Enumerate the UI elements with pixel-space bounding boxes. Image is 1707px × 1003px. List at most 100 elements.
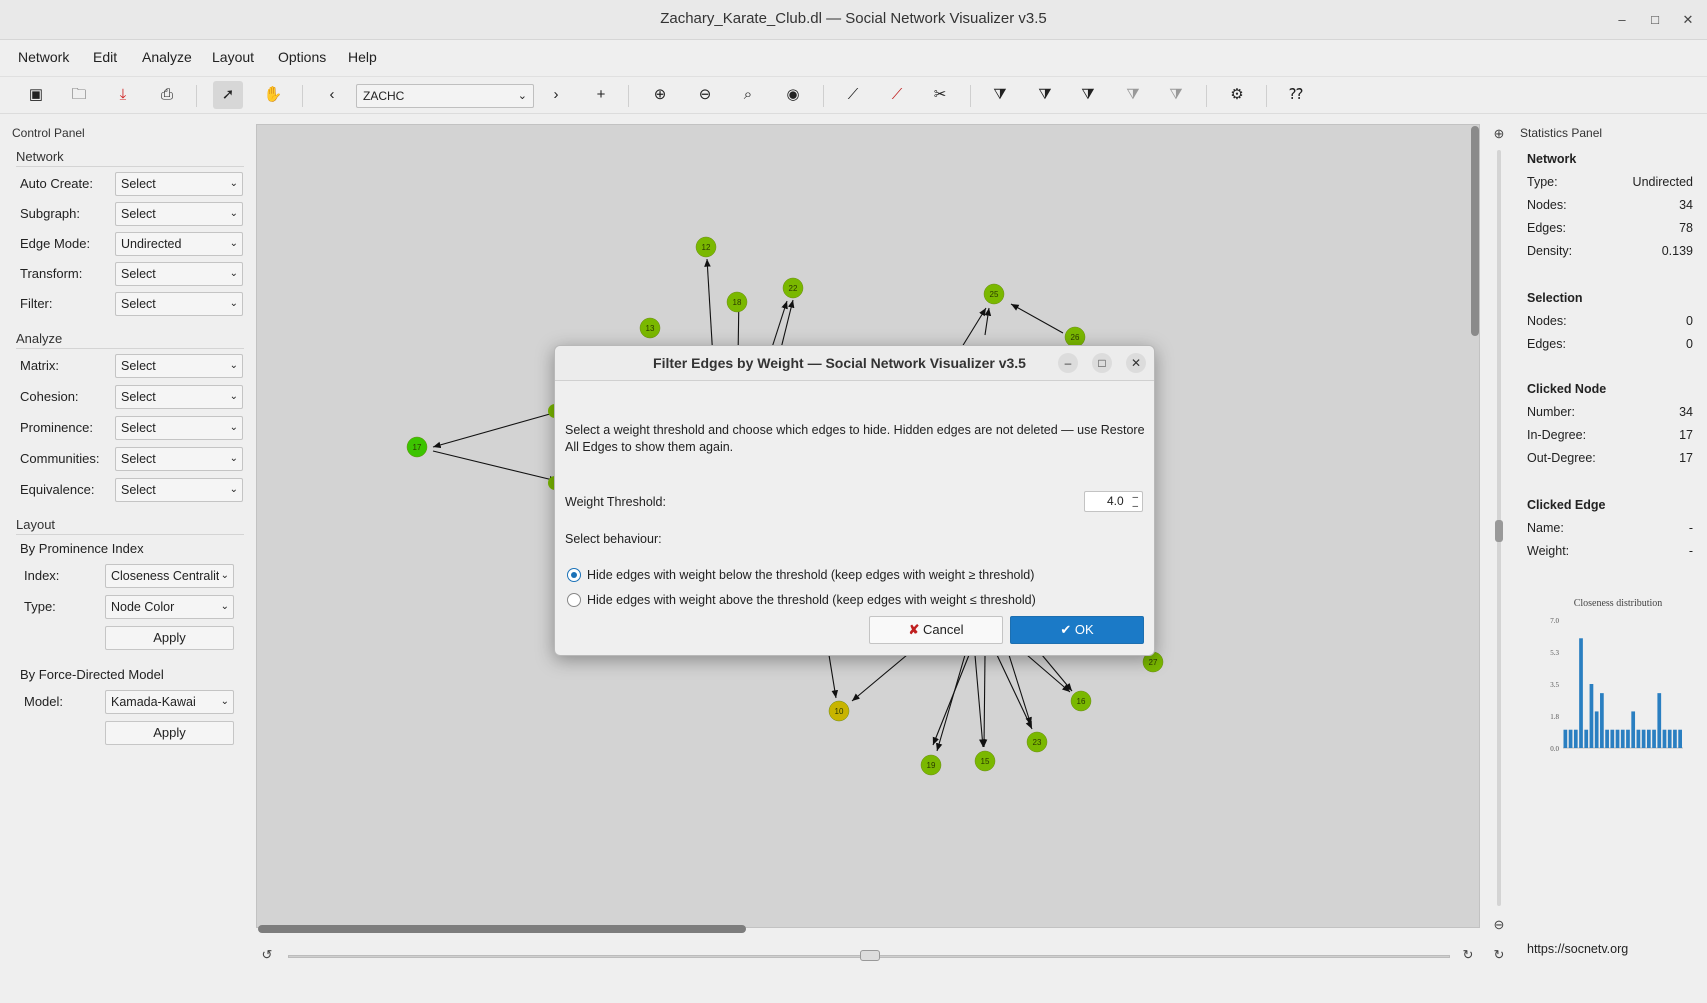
chevron-down-icon: ⌄ xyxy=(229,391,238,402)
minimize-icon[interactable]: – xyxy=(1612,10,1632,30)
chevron-down-icon: ⌄ xyxy=(229,298,238,309)
zoom-out-icon[interactable]: ⊖ xyxy=(690,81,720,109)
prominence-select[interactable]: Select ⌄ xyxy=(115,416,243,440)
equivalence-select[interactable]: Select ⌄ xyxy=(115,478,243,502)
model-select[interactable]: Kamada-Kawai ⌄ xyxy=(105,690,234,714)
save-icon[interactable]: ⤓ xyxy=(108,81,138,109)
menu-network[interactable]: Network xyxy=(18,49,69,65)
filter-select[interactable]: Select ⌄ xyxy=(115,292,243,316)
network-heading: Network xyxy=(1527,152,1577,166)
open-folder-icon[interactable]: 🗀 xyxy=(64,81,94,109)
index-select[interactable]: Closeness Centrality ⌄ xyxy=(105,564,234,588)
whats-this-help-icon[interactable]: ⁇ xyxy=(1281,81,1311,109)
layout-section-title: Layout xyxy=(16,517,56,532)
svg-text:27: 27 xyxy=(1149,658,1158,667)
clicked-node-heading: Clicked Node xyxy=(1527,382,1607,396)
chart-title: Closeness distribution xyxy=(1574,598,1663,609)
hide-above-label[interactable]: Hide edges with weight above the thresho… xyxy=(587,593,1036,607)
matrix-select[interactable]: Select ⌄ xyxy=(115,354,243,378)
menu-help[interactable]: Help xyxy=(348,49,377,65)
select-tool-icon[interactable]: ➚ xyxy=(213,81,243,109)
apply-force-button[interactable]: Apply xyxy=(105,721,234,745)
hide-below-radio[interactable] xyxy=(567,568,581,582)
chevron-down-icon: ⌄ xyxy=(517,90,527,102)
chevron-down-icon: ⌄ xyxy=(229,238,238,249)
svg-text:26: 26 xyxy=(1071,333,1080,342)
relation-combo[interactable]: ZACHC ⌄ xyxy=(356,84,534,108)
rotate-right-icon[interactable]: ↻ xyxy=(1460,947,1476,963)
auto-create-select[interactable]: Select ⌄ xyxy=(115,172,243,196)
remove-edge-icon[interactable]: ⟋ xyxy=(882,81,912,109)
print-icon[interactable]: ⎙ xyxy=(152,81,182,109)
type-select[interactable]: Node Color ⌄ xyxy=(105,595,234,619)
ok-button[interactable]: ✔ OK xyxy=(1010,616,1144,644)
next-relation-icon[interactable]: › xyxy=(541,81,571,109)
chart-bar xyxy=(1646,729,1651,748)
threshold-spinbox[interactable]: 4.0 – – xyxy=(1084,491,1143,512)
horizontal-scrollbar[interactable] xyxy=(258,925,746,933)
chart-bar xyxy=(1652,729,1656,748)
menu-layout[interactable]: Layout xyxy=(212,49,254,65)
menu-edit[interactable]: Edit xyxy=(93,49,117,65)
menu-analyze[interactable]: Analyze xyxy=(142,49,192,65)
chevron-down-icon: ⌄ xyxy=(229,268,238,279)
hide-above-radio[interactable] xyxy=(567,593,581,607)
pan-tool-icon[interactable]: ✋ xyxy=(258,81,288,109)
graph-node: 26 xyxy=(1064,326,1086,348)
add-relation-icon[interactable]: + xyxy=(586,81,616,109)
closeness-distribution-chart: Closeness distribution 7.0 5.3 3.5 1.8 0.0 xyxy=(1550,598,1683,753)
filter-edges-icon[interactable]: ⧩ xyxy=(1030,81,1060,109)
auto-create-label: Auto Create: xyxy=(20,176,93,191)
filter-weight-icon[interactable]: ⧩ xyxy=(1073,81,1103,109)
filter-nodes-icon[interactable]: ⧩ xyxy=(985,81,1015,109)
control-panel-title: Control Panel xyxy=(12,126,85,140)
chart-bar xyxy=(1620,729,1625,748)
transform-select[interactable]: Select ⌄ xyxy=(115,262,243,286)
svg-text:18: 18 xyxy=(733,298,742,307)
cohesion-select[interactable]: Select ⌄ xyxy=(115,385,243,409)
add-edge-icon[interactable]: ⟋ xyxy=(838,81,868,109)
communities-select[interactable]: Select ⌄ xyxy=(115,447,243,471)
rotation-slider-handle[interactable] xyxy=(860,950,880,961)
filter-disabled-icon[interactable]: ⧩ xyxy=(1118,81,1148,109)
rotate-icon[interactable]: ◉ xyxy=(778,81,808,109)
edge-tools-icon[interactable]: ✂ xyxy=(925,81,955,109)
rotate-left-icon[interactable]: ↺ xyxy=(259,947,275,963)
svg-text:23: 23 xyxy=(1033,738,1042,747)
svg-text:19: 19 xyxy=(927,761,936,770)
chart-ytick: 7.0 xyxy=(1550,617,1559,625)
dialog-minimize-icon[interactable]: – xyxy=(1058,353,1078,373)
dialog-close-icon[interactable]: ✕ xyxy=(1126,353,1146,373)
dialog-maximize-icon[interactable]: □ xyxy=(1092,353,1112,373)
graph-node: 17 xyxy=(406,436,428,458)
chart-bar xyxy=(1641,729,1646,748)
filter-disabled-2-icon[interactable]: ⧩ xyxy=(1161,81,1191,109)
settings-gear-icon[interactable]: ⚙ xyxy=(1222,81,1252,109)
zoom-in-icon[interactable]: ⊕ xyxy=(645,81,675,109)
socnetv-url-link[interactable]: https://socnetv.org xyxy=(1527,942,1628,956)
statistics-panel-title: Statistics Panel xyxy=(1520,126,1603,140)
statistics-panel: Statistics Panel Network Type: Undirected… xyxy=(1495,116,1707,976)
chevron-down-icon: ⌄ xyxy=(229,178,238,189)
new-network-icon[interactable]: ▣ xyxy=(21,81,51,109)
maximize-icon[interactable]: □ xyxy=(1645,10,1665,30)
chart-bar xyxy=(1563,729,1568,748)
chart-bar xyxy=(1667,729,1672,748)
stat-density: Density: 0.139 xyxy=(1527,244,1693,258)
close-icon[interactable]: ✕ xyxy=(1678,10,1698,30)
window-titlebar: Zachary_Karate_Club.dl — Social Network … xyxy=(0,0,1707,40)
graph-node: 19 xyxy=(920,754,942,776)
hide-below-label[interactable]: Hide edges with weight below the thresho… xyxy=(587,568,1034,582)
edge-mode-select[interactable]: Undirected ⌄ xyxy=(115,232,243,256)
analyze-section-title: Analyze xyxy=(16,331,63,346)
communities-label: Communities: xyxy=(20,451,100,466)
prev-relation-icon[interactable]: ‹ xyxy=(317,81,347,109)
cancel-button[interactable]: ✘ Cancel xyxy=(869,616,1003,644)
subgraph-select[interactable]: Select ⌄ xyxy=(115,202,243,226)
search-icon[interactable]: ⌕ xyxy=(733,81,763,109)
apply-prominence-button[interactable]: Apply xyxy=(105,626,234,650)
chart-bar xyxy=(1673,729,1677,748)
menu-options[interactable]: Options xyxy=(278,49,326,65)
vertical-scrollbar[interactable] xyxy=(1471,126,1479,336)
chart-bar xyxy=(1636,729,1641,748)
